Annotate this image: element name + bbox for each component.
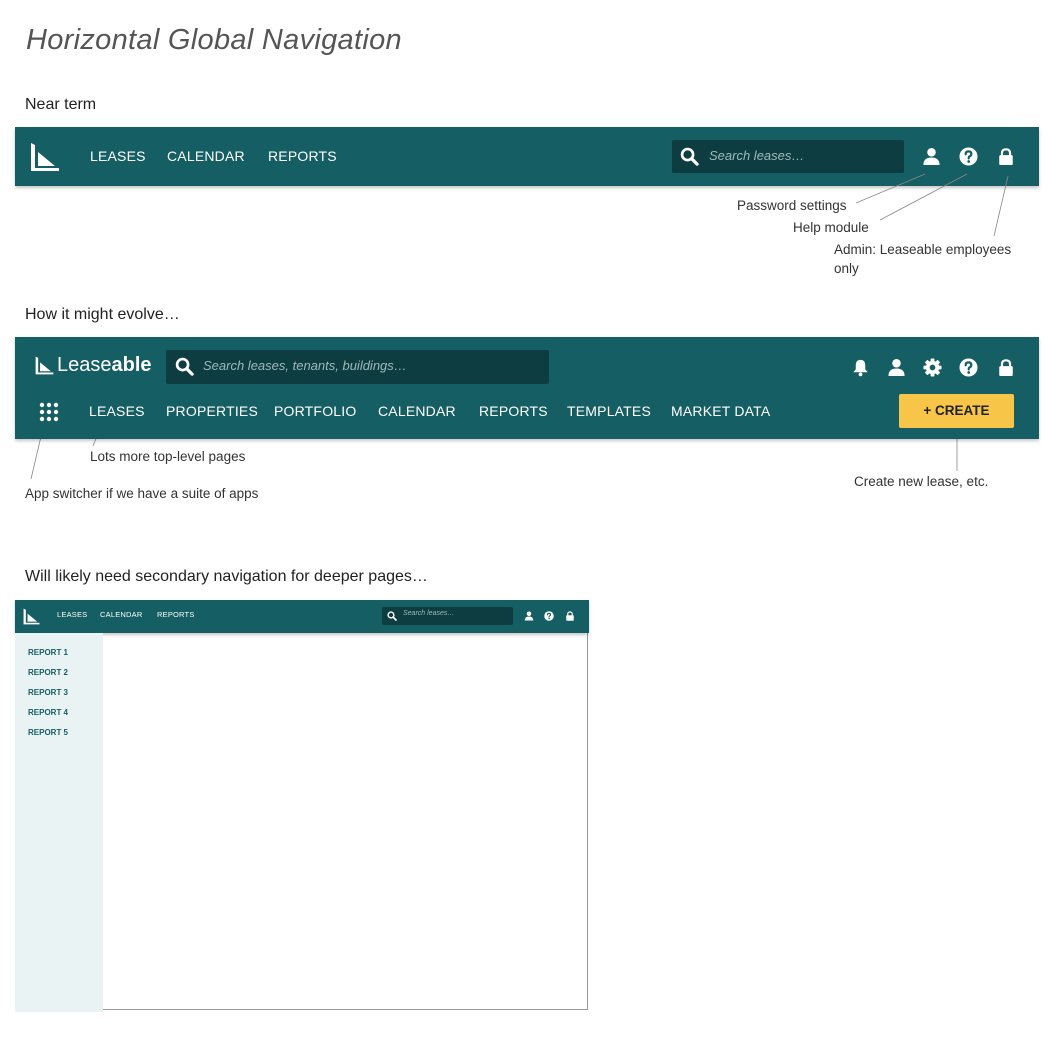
sidebar-item-report-3[interactable]: REPORT 3	[28, 688, 68, 697]
annotation-password-settings: Password settings	[737, 198, 847, 213]
create-button[interactable]: + CREATE	[899, 394, 1014, 428]
gear-icon[interactable]	[923, 358, 942, 377]
help-icon[interactable]	[959, 147, 978, 166]
bell-icon[interactable]	[851, 358, 870, 377]
nav-link-portfolio[interactable]: PORTFOLIO	[274, 403, 356, 419]
section-title-evolve: How it might evolve…	[25, 306, 180, 323]
brand-lease: Lease	[57, 354, 112, 376]
annotation-admin-cont: only	[834, 261, 859, 276]
section-title-secondary-nav: Will likely need secondary navigation fo…	[25, 568, 428, 585]
sidebar-item-report-2[interactable]: REPORT 2	[28, 668, 68, 677]
nav-link-leases[interactable]: LEASES	[89, 403, 145, 419]
search-icon	[387, 611, 397, 621]
global-nav-evolved: Leaseable Search leases, tenants, buildi…	[15, 337, 1039, 439]
lock-icon[interactable]	[997, 147, 1015, 166]
annotation-create: Create new lease, etc.	[854, 474, 989, 489]
nav-link-reports[interactable]: REPORTS	[479, 403, 548, 419]
leaseable-logo-icon[interactable]	[23, 608, 40, 625]
brand-able: able	[111, 354, 152, 376]
sidebar-item-report-1[interactable]: REPORT 1	[28, 648, 68, 657]
app-switcher-icon[interactable]	[39, 402, 59, 422]
help-icon[interactable]	[959, 358, 978, 377]
annotation-help-module: Help module	[793, 220, 869, 235]
nav-link-reports[interactable]: REPORTS	[268, 148, 337, 164]
search-input[interactable]: Search leases…	[382, 607, 513, 625]
user-icon[interactable]	[524, 611, 534, 621]
global-search-input[interactable]: Search leases, tenants, buildings…	[166, 350, 549, 384]
nav-link-reports[interactable]: REPORTS	[157, 610, 195, 619]
user-icon[interactable]	[887, 358, 906, 377]
sidebar-item-report-5[interactable]: REPORT 5	[28, 728, 68, 737]
nav-link-templates[interactable]: TEMPLATES	[567, 403, 651, 419]
nav-link-calendar[interactable]: CALENDAR	[378, 403, 456, 419]
search-input[interactable]: Search leases…	[672, 140, 904, 173]
annotation-app-switcher: App switcher if we have a suite of apps	[25, 486, 259, 501]
lock-icon[interactable]	[997, 358, 1015, 377]
search-icon	[175, 357, 194, 376]
nav-link-market-data[interactable]: MARKET DATA	[671, 403, 770, 419]
sidebar-item-report-4[interactable]: REPORT 4	[28, 708, 68, 717]
leaseable-logo-icon[interactable]	[30, 142, 60, 172]
section-title-near-term: Near term	[25, 96, 97, 113]
page-title: Horizontal Global Navigation	[26, 24, 402, 56]
nav-link-properties[interactable]: PROPERTIES	[166, 403, 258, 419]
annotation-admin: Admin: Leaseable employees	[834, 242, 1012, 257]
nav-link-calendar[interactable]: CALENDAR	[100, 610, 142, 619]
nav-link-leases[interactable]: LEASES	[57, 610, 87, 619]
global-nav-near-term: LEASES CALENDAR REPORTS Search leases…	[15, 127, 1039, 186]
lock-icon[interactable]	[565, 611, 575, 621]
search-placeholder: Search leases…	[709, 148, 805, 163]
mini-app-frame: LEASES CALENDAR REPORTS Search leases… R…	[15, 600, 589, 1012]
nav-link-calendar[interactable]: CALENDAR	[167, 148, 245, 164]
help-icon[interactable]	[544, 611, 554, 621]
nav-link-leases[interactable]: LEASES	[90, 148, 146, 164]
mini-global-nav: LEASES CALENDAR REPORTS Search leases…	[15, 600, 589, 633]
search-placeholder: Search leases…	[403, 610, 455, 617]
search-icon	[680, 147, 699, 166]
search-placeholder: Search leases, tenants, buildings…	[203, 358, 407, 373]
leaseable-logo-icon	[35, 356, 54, 375]
brand-wordmark: Leaseable	[57, 354, 152, 377]
user-icon[interactable]	[922, 147, 941, 166]
annotation-top-level-pages: Lots more top-level pages	[90, 449, 246, 464]
secondary-sidebar: REPORT 1 REPORT 2 REPORT 3 REPORT 4 REPO…	[15, 633, 103, 1012]
